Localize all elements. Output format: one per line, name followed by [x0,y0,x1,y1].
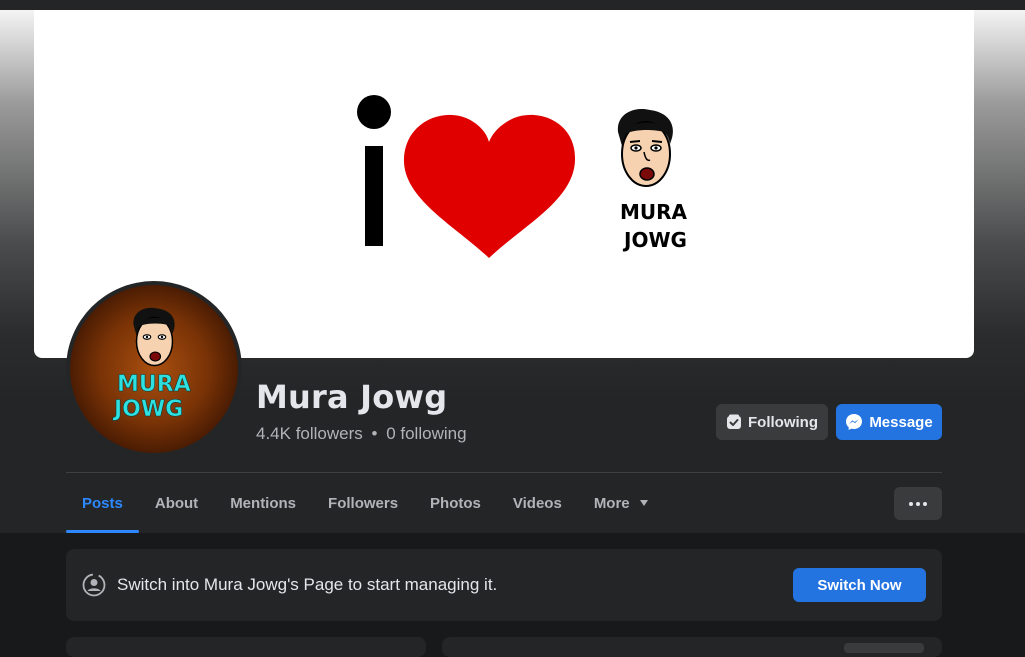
tab-more[interactable]: More [578,473,664,533]
posts-card [442,637,942,657]
message-button[interactable]: Message [836,404,942,440]
cover-logo-line2: JOWG [622,228,687,252]
tab-label: Posts [82,494,123,512]
avatar-illustration: MURA JOWG [112,307,191,422]
top-bar [0,0,1025,10]
ellipsis-icon [909,501,927,506]
following-button-label: Following [748,413,818,431]
tab-photos[interactable]: Photos [414,473,497,533]
tab-label: Mentions [230,494,297,512]
switch-profile-banner: Switch into Mura Jowg's Page to start ma… [66,549,942,621]
tab-label: Followers [328,494,399,512]
tab-label: More [593,494,630,512]
heart-icon [403,114,576,258]
tab-label: Photos [430,494,481,512]
more-options-button[interactable] [894,487,942,520]
page-title: Mura Jowg [256,378,448,416]
tab-mentions[interactable]: Mentions [214,473,312,533]
cartoon-face-illustration [617,108,673,187]
tab-posts[interactable]: Posts [66,473,139,533]
caret-down-icon [639,500,648,506]
tab-followers[interactable]: Followers [312,473,414,533]
avatar[interactable]: MURA JOWG [70,285,238,453]
following-count[interactable]: 0 following [386,424,466,443]
profile-tabs: Posts About Mentions Followers Photos Vi… [66,473,664,533]
avatar-logo-line2: JOWG [112,397,183,422]
tab-label: About [154,494,199,512]
tab-videos[interactable]: Videos [497,473,578,533]
switch-now-button[interactable]: Switch Now [793,568,926,602]
cover-logo-line1: MURA [620,200,688,224]
follower-stats: 4.4K followers • 0 following [256,424,467,444]
message-button-label: Message [869,413,933,431]
stats-separator: • [371,424,378,443]
tab-about[interactable]: About [139,473,214,533]
avatar-face-illustration [133,307,175,367]
followers-count[interactable]: 4.4K followers [256,424,363,443]
intro-card [66,637,426,657]
switch-profile-text: Switch into Mura Jowg's Page to start ma… [117,575,498,594]
filters-button[interactable] [844,643,924,653]
following-button[interactable]: Following [716,404,828,440]
avatar-logo-line1: MURA [117,372,191,397]
messenger-icon [846,414,863,430]
tab-label: Videos [512,494,562,512]
checkbox-icon [727,414,741,429]
switch-profile-icon [82,573,106,597]
